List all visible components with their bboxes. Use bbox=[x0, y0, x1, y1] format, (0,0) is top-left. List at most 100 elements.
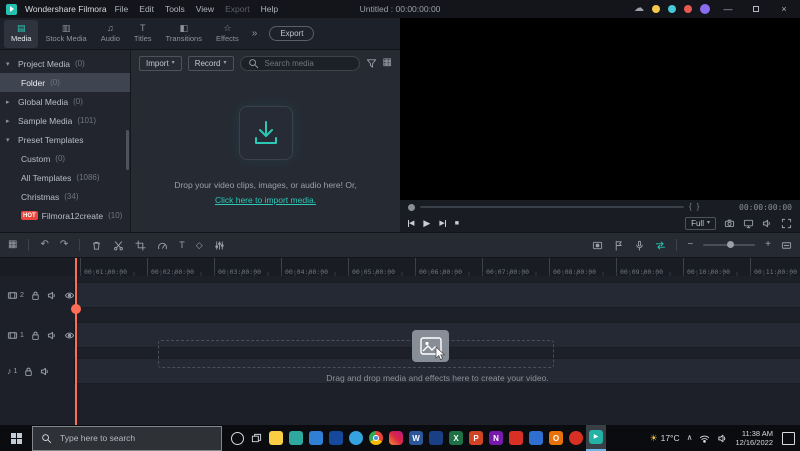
taskbar-app[interactable] bbox=[286, 425, 306, 451]
undo-icon[interactable]: ↶ bbox=[40, 240, 48, 250]
expand-arrow-icon[interactable]: ▸ bbox=[6, 98, 14, 106]
lock-icon[interactable] bbox=[30, 330, 41, 341]
taskbar-app[interactable] bbox=[306, 425, 326, 451]
taskbar-app[interactable] bbox=[326, 425, 346, 451]
expand-arrow-icon[interactable]: ▸ bbox=[6, 117, 14, 125]
eye-icon[interactable] bbox=[64, 290, 75, 301]
lightbulb-tips-icon[interactable] bbox=[652, 5, 660, 13]
taskbar-app[interactable]: P bbox=[466, 425, 486, 451]
media-drop-zone[interactable]: Drop your video clips, images, or audio … bbox=[131, 106, 400, 205]
maximize-button[interactable] bbox=[746, 0, 766, 18]
taskbar-search-box[interactable] bbox=[32, 426, 222, 451]
mark-in-icon[interactable]: { bbox=[689, 203, 692, 211]
weather-widget[interactable]: ☀ 17°C bbox=[650, 433, 680, 443]
redo-icon[interactable]: ↷ bbox=[60, 240, 68, 250]
volume-icon[interactable] bbox=[762, 218, 773, 229]
marker-icon[interactable] bbox=[613, 240, 624, 251]
more-tabs-icon[interactable]: » bbox=[252, 28, 258, 39]
zoom-slider[interactable] bbox=[703, 244, 755, 246]
taskbar-clock[interactable]: 11:38 AM 12/16/2022 bbox=[735, 429, 773, 447]
lock-icon[interactable] bbox=[30, 290, 41, 301]
taskbar-app[interactable] bbox=[366, 425, 386, 451]
snapshot-icon[interactable] bbox=[724, 218, 735, 229]
sidebar-item-project-media[interactable]: ▾ Project Media (0) bbox=[0, 54, 130, 73]
audio-mixer-icon[interactable] bbox=[214, 240, 225, 251]
split-icon[interactable] bbox=[113, 240, 124, 251]
export-button[interactable]: Export bbox=[269, 26, 314, 41]
menu-file[interactable]: File bbox=[115, 4, 129, 14]
menu-tools[interactable]: Tools bbox=[165, 4, 185, 14]
mute-icon[interactable] bbox=[47, 330, 58, 341]
auto-ripple-icon[interactable] bbox=[655, 240, 666, 251]
menu-edit[interactable]: Edit bbox=[139, 4, 154, 14]
collapse-arrow-icon[interactable]: ▾ bbox=[6, 60, 14, 68]
taskbar-app[interactable] bbox=[346, 425, 366, 451]
menu-export[interactable]: Export bbox=[225, 4, 250, 14]
stop-button[interactable]: ■ bbox=[455, 220, 459, 227]
tab-stock-media[interactable]: ▥ Stock Media bbox=[38, 20, 93, 48]
menu-view[interactable]: View bbox=[196, 4, 214, 14]
taskbar-app[interactable] bbox=[506, 425, 526, 451]
sidebar-item-global-media[interactable]: ▸ Global Media (0) bbox=[0, 92, 130, 111]
timeline-ruler[interactable]: 00:01:00:00 00:02:00:00 00:03:00:00 00:0… bbox=[0, 258, 800, 276]
cloud-sync-icon[interactable]: ☁ bbox=[634, 4, 644, 14]
play-button[interactable]: ▶ bbox=[423, 219, 430, 228]
taskbar-search-input[interactable] bbox=[58, 432, 213, 444]
mute-icon[interactable] bbox=[47, 290, 58, 301]
playhead[interactable] bbox=[75, 258, 77, 425]
import-drop-box[interactable] bbox=[239, 106, 293, 160]
zoom-fit-icon[interactable] bbox=[781, 240, 792, 251]
mute-icon[interactable] bbox=[40, 366, 51, 377]
sidebar-item-preset-templates[interactable]: ▾ Preset Templates bbox=[0, 130, 130, 149]
taskbar-app[interactable] bbox=[386, 425, 406, 451]
text-tool-icon[interactable]: T bbox=[179, 241, 185, 250]
tab-transitions[interactable]: ◧ Transitions bbox=[159, 20, 209, 48]
playhead-handle[interactable] bbox=[71, 304, 81, 314]
grid-view-icon[interactable]: ▦ bbox=[383, 58, 392, 68]
tab-titles[interactable]: T Titles bbox=[127, 20, 159, 48]
zoom-in-icon[interactable]: + bbox=[765, 240, 771, 250]
sidebar-item-christmas[interactable]: Christmas (34) bbox=[0, 187, 130, 206]
headset-support-icon[interactable] bbox=[668, 5, 676, 13]
cortana-icon[interactable] bbox=[231, 432, 244, 445]
preview-quality-dropdown[interactable]: Full ▾ bbox=[685, 217, 716, 230]
taskbar-app[interactable]: O bbox=[546, 425, 566, 451]
screen-record-icon[interactable] bbox=[592, 240, 603, 251]
voiceover-mic-icon[interactable] bbox=[634, 240, 645, 251]
volume-tray-icon[interactable] bbox=[717, 433, 728, 444]
network-icon[interactable] bbox=[699, 433, 710, 444]
fullscreen-icon[interactable] bbox=[781, 218, 792, 229]
taskbar-app[interactable] bbox=[526, 425, 546, 451]
start-button[interactable] bbox=[0, 425, 32, 451]
close-button[interactable]: × bbox=[774, 0, 794, 18]
sidebar-item-folder[interactable]: Folder (0) bbox=[0, 73, 130, 92]
menu-help[interactable]: Help bbox=[261, 4, 278, 14]
taskbar-app[interactable] bbox=[426, 425, 446, 451]
taskbar-app-filmora-active[interactable]: ▶ bbox=[586, 425, 606, 451]
taskbar-app[interactable]: W bbox=[406, 425, 426, 451]
minimize-button[interactable]: — bbox=[718, 0, 738, 18]
keyframe-icon[interactable]: ◇ bbox=[196, 241, 203, 250]
timeline-media-view-icon[interactable]: ▦ bbox=[8, 240, 17, 250]
delete-icon[interactable] bbox=[91, 240, 102, 251]
sidebar-item-custom[interactable]: Custom (0) bbox=[0, 149, 130, 168]
sidebar-scrollbar[interactable] bbox=[126, 130, 129, 170]
track-lane[interactable] bbox=[75, 282, 800, 308]
search-input[interactable] bbox=[263, 58, 352, 69]
lock-icon[interactable] bbox=[23, 366, 34, 377]
sidebar-item-sample-media[interactable]: ▸ Sample Media (101) bbox=[0, 111, 130, 130]
notification-badge-icon[interactable] bbox=[684, 5, 692, 13]
taskbar-app[interactable]: N bbox=[486, 425, 506, 451]
tab-media[interactable]: ▤ Media bbox=[4, 20, 38, 48]
import-button[interactable]: Import ▾ bbox=[139, 56, 182, 71]
collapse-arrow-icon[interactable]: ▾ bbox=[6, 136, 14, 144]
previous-frame-button[interactable]: ◀ bbox=[408, 220, 414, 227]
user-avatar[interactable] bbox=[700, 4, 710, 14]
hidden-icons-chevron[interactable]: ∧ bbox=[687, 434, 693, 442]
next-frame-button[interactable]: ▶ bbox=[439, 220, 445, 227]
import-media-link[interactable]: Click here to import media. bbox=[215, 195, 316, 205]
display-device-icon[interactable] bbox=[743, 218, 754, 229]
seek-bar[interactable] bbox=[420, 206, 684, 208]
media-search-box[interactable] bbox=[240, 56, 360, 71]
task-view-icon[interactable] bbox=[251, 433, 262, 444]
